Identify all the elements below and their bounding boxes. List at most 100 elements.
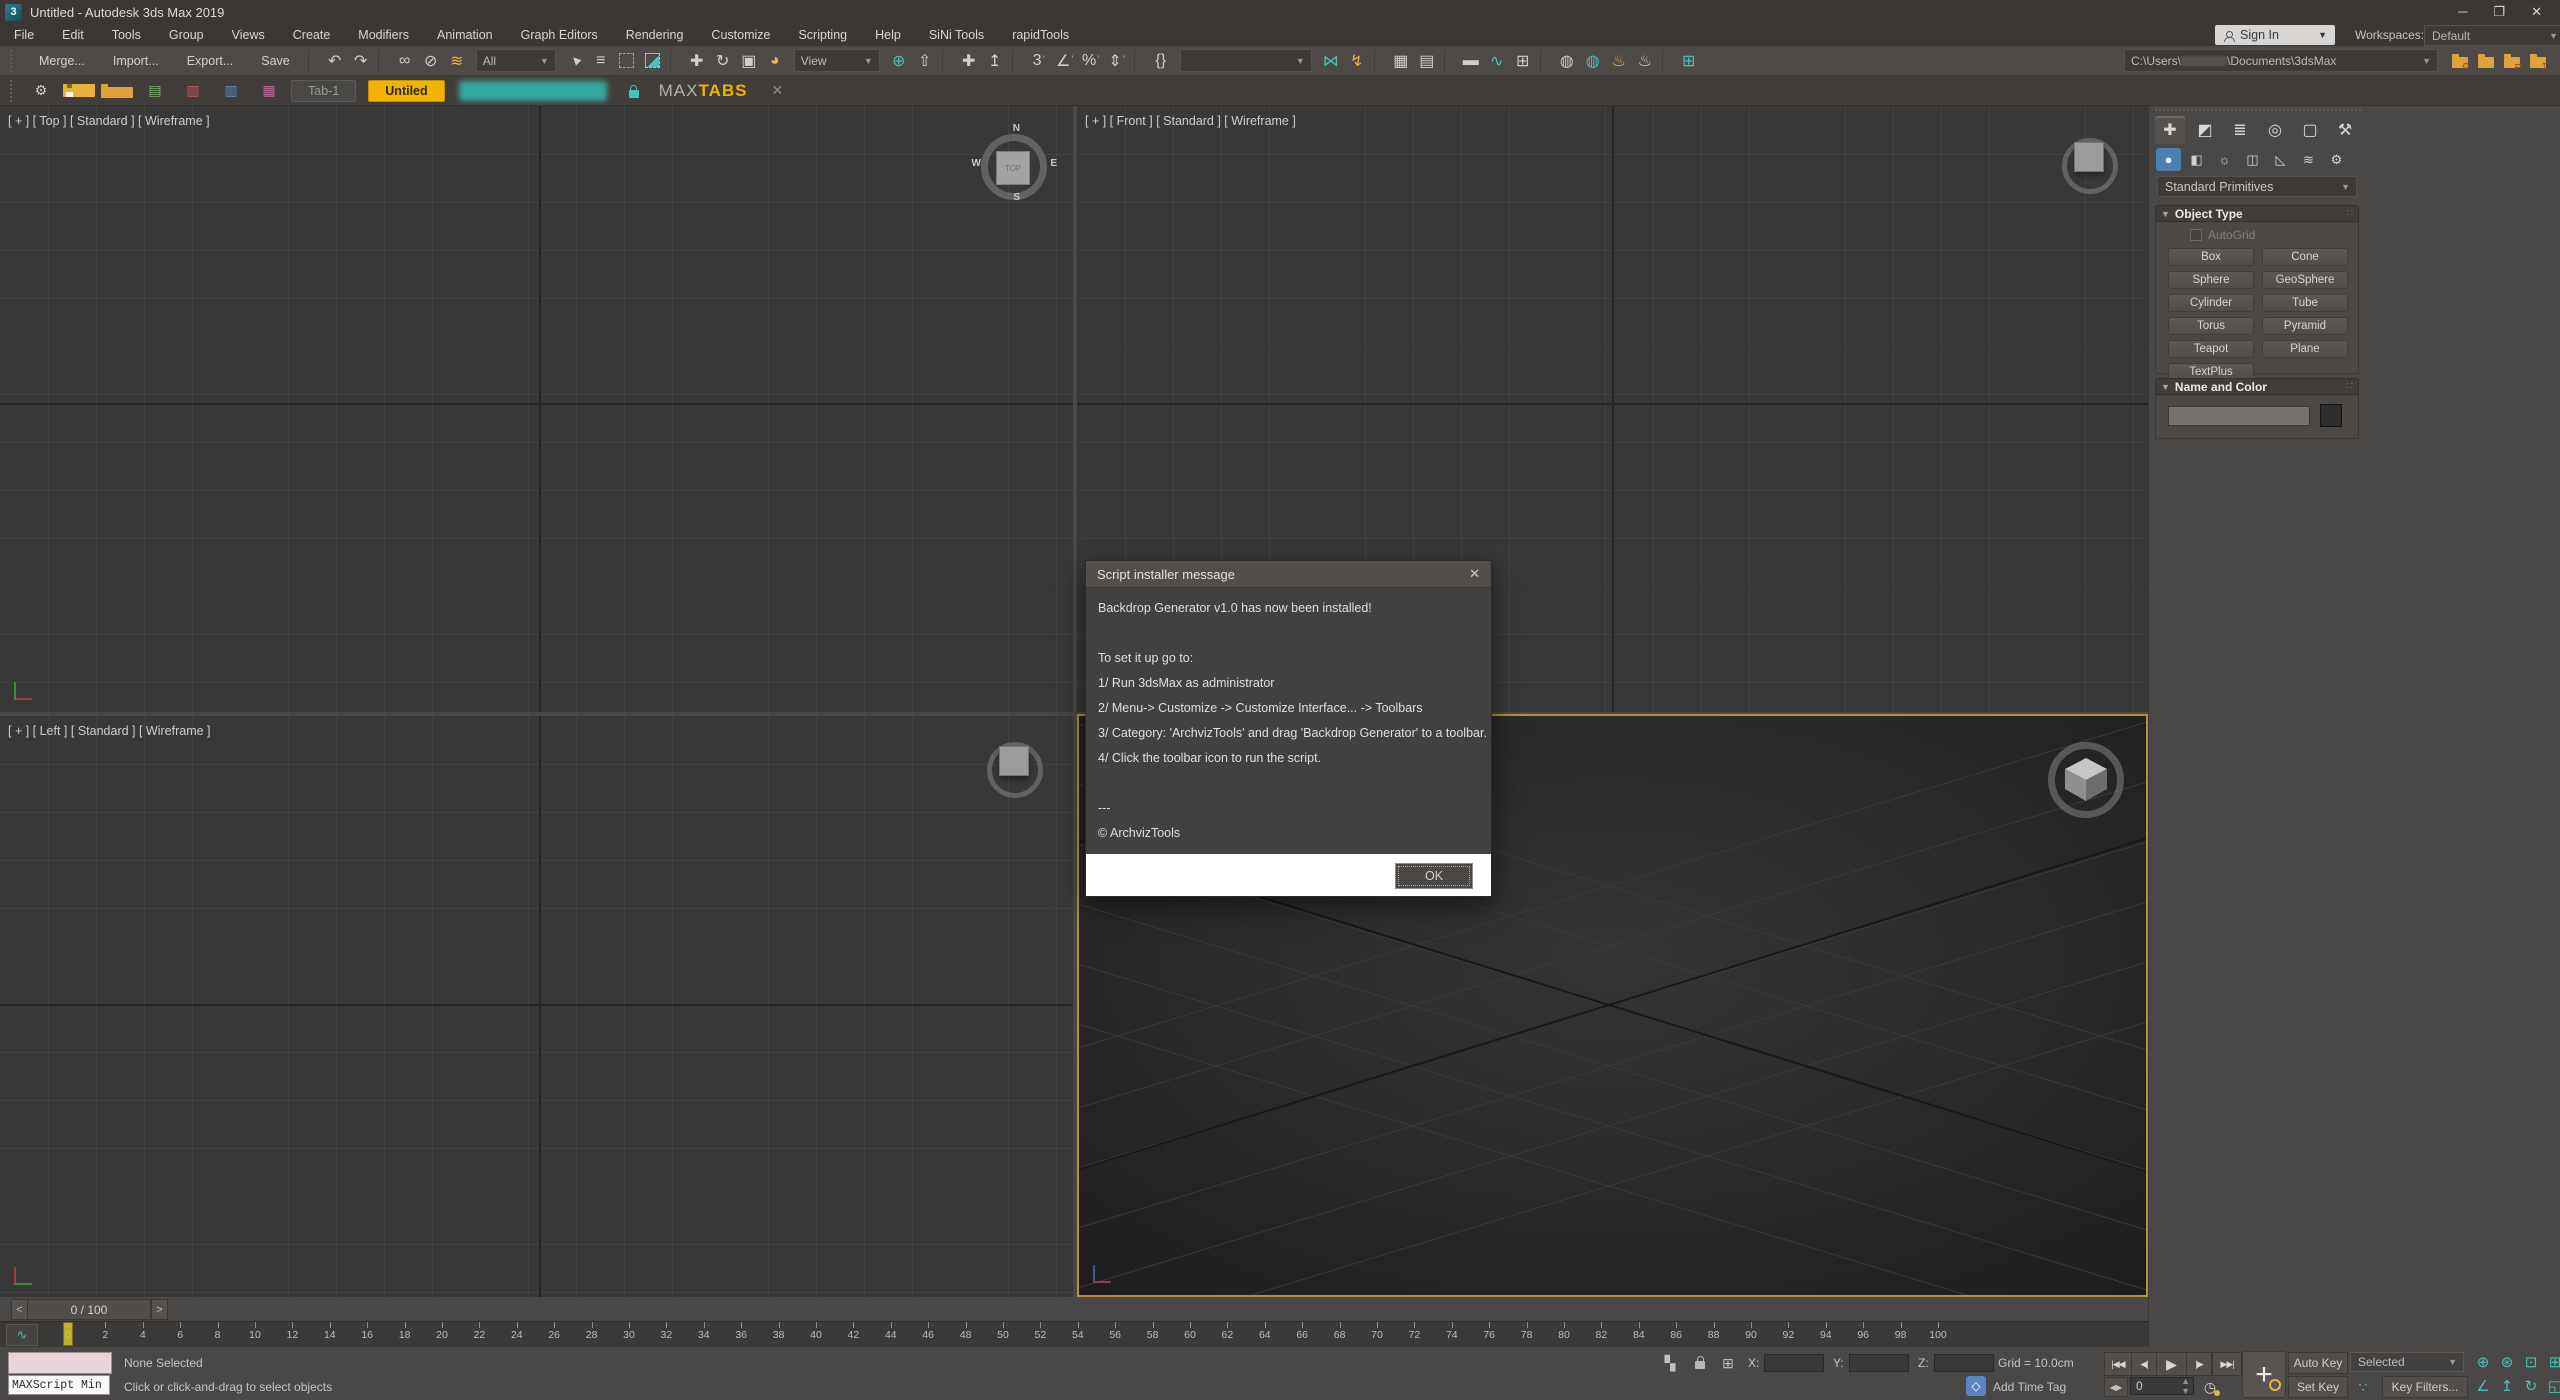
undo-icon[interactable]: ↶ (322, 49, 348, 73)
slate-material-editor-icon[interactable]: ◍ (1580, 49, 1606, 73)
tab-hierarchy-icon[interactable]: ≣ (2225, 116, 2255, 144)
time-configuration-icon[interactable]: ◷ (2200, 1377, 2220, 1397)
viewcube[interactable] (2063, 756, 2109, 802)
viewcube-north[interactable]: N (1013, 123, 1020, 134)
maxscript-mini-listener-input[interactable]: MAXScript Min (8, 1375, 110, 1395)
autogrid-checkbox-row[interactable]: AutoGrid (2190, 228, 2255, 242)
reference-coordinate-dropdown[interactable]: View ▼ (794, 49, 880, 72)
select-and-place-icon[interactable]: ◕ (762, 49, 788, 73)
panel-grip[interactable] (2155, 109, 2361, 111)
set-key-button[interactable]: Set Key (2288, 1376, 2348, 1398)
sign-in-button[interactable]: Sign In ▼ (2215, 25, 2335, 45)
project-folder-export-icon[interactable] (2530, 57, 2546, 68)
maximize-button[interactable]: ❐ (2493, 4, 2505, 20)
tab-1-button[interactable]: Tab-1 (291, 80, 356, 102)
tab-modify-icon[interactable]: ◩ (2190, 116, 2220, 144)
track-bar[interactable]: ∿ 02468101214161820222426283032343638404… (0, 1321, 2148, 1348)
sphere-button[interactable]: Sphere (2168, 271, 2254, 289)
tab-create-icon[interactable]: ✚ (2155, 116, 2185, 144)
rendered-frame-window-icon[interactable]: ♨ (1632, 49, 1658, 73)
untiled-tab-button[interactable]: Untiled (368, 80, 444, 102)
align-icon[interactable]: ↯ (1344, 49, 1370, 73)
go-to-start-button[interactable]: |◀◀ (2104, 1352, 2132, 1376)
object-type-rollout-header[interactable]: ▼ Object Type ∷ (2155, 205, 2359, 222)
menu-rapidtools[interactable]: rapidTools (998, 24, 1083, 46)
box-button[interactable]: Box (2168, 248, 2254, 266)
toolbar-grip[interactable] (10, 50, 17, 72)
material-editor-icon[interactable]: ◍ (1554, 49, 1580, 73)
menu-scripting[interactable]: Scripting (784, 24, 861, 46)
keyboard-shortcut-override-icon[interactable]: ↥ (982, 49, 1008, 73)
viewport-left-label[interactable]: [ + ] [ Left ] [ Standard ] [ Wireframe … (8, 724, 211, 738)
use-selection-center-icon[interactable]: ⇧ (912, 49, 938, 73)
dialog-title-bar[interactable]: Script installer message ✕ (1086, 561, 1491, 588)
viewport-top-label[interactable]: [ + ] [ Top ] [ Standard ] [ Wireframe ] (8, 114, 210, 128)
key-filters-paw-icon[interactable]: ∵ (2352, 1377, 2374, 1397)
isolate-selection-icon[interactable]: ▚ (1660, 1353, 1680, 1373)
mirror-icon[interactable]: ⋈ (1318, 49, 1344, 73)
field-of-view-icon[interactable]: ∠ (2472, 1376, 2494, 1396)
zoom-extents-all-icon[interactable]: ⊞ (2544, 1352, 2560, 1372)
viewcube[interactable]: TOP (996, 151, 1030, 185)
selection-lock-icon[interactable] (1690, 1355, 1710, 1375)
maxtabs-save-icon[interactable] (63, 84, 95, 97)
percent-snap-icon[interactable]: % (1078, 49, 1104, 73)
previous-frame-button[interactable]: ◀| (2131, 1352, 2157, 1376)
save-button[interactable]: Save (247, 49, 304, 73)
bind-to-space-warp-icon[interactable]: ≋ (444, 49, 470, 73)
tab-utilities-icon[interactable]: ⚒ (2330, 116, 2360, 144)
merge-button[interactable]: Merge... (25, 49, 99, 73)
object-category-dropdown[interactable]: Standard Primitives ▼ (2157, 176, 2357, 197)
spinner-arrows-icon[interactable]: ▲▼ (2181, 1376, 2193, 1396)
viewcube[interactable] (999, 746, 1029, 776)
toggle-ribbon-icon[interactable]: ▬ (1458, 49, 1484, 73)
select-and-manipulate-icon[interactable]: ✚ (956, 49, 982, 73)
zoom-all-icon[interactable]: ⊛ (2496, 1352, 2518, 1372)
cat-lights-icon[interactable]: ☼ (2212, 148, 2237, 171)
time-slider[interactable]: 0 / 100 (27, 1299, 151, 1320)
minimize-button[interactable]: ─ (2458, 4, 2467, 20)
time-slider-frame-marker[interactable] (63, 1322, 73, 1346)
teapot-button[interactable]: Teapot (2168, 340, 2254, 358)
toggle-scene-explorer-icon[interactable]: ▦ (1388, 49, 1414, 73)
zoom-extents-icon[interactable]: ⊡ (2520, 1352, 2542, 1372)
cat-geometry-icon[interactable]: ● (2156, 148, 2181, 171)
viewcube-west[interactable]: W (972, 158, 981, 169)
open-mini-curve-editor-button[interactable]: ∿ (6, 1324, 38, 1346)
maxscript-mini-listener[interactable] (8, 1352, 112, 1374)
add-time-tag-icon[interactable]: ◇ (1966, 1376, 1986, 1396)
cylinder-button[interactable]: Cylinder (2168, 294, 2254, 312)
object-name-field[interactable] (2168, 406, 2310, 426)
current-frame-spinner[interactable]: 0 ▲▼ (2130, 1377, 2194, 1395)
geosphere-button[interactable]: GeoSphere (2262, 271, 2348, 289)
menu-views[interactable]: Views (218, 24, 279, 46)
pan-view-icon[interactable]: ↥ (2496, 1376, 2518, 1396)
z-coord-field[interactable] (1934, 1354, 1994, 1372)
project-folder-settings-icon[interactable] (2452, 57, 2468, 68)
plane-button[interactable]: Plane (2262, 340, 2348, 358)
close-button[interactable]: ✕ (2531, 4, 2542, 20)
menu-file[interactable]: File (0, 24, 48, 46)
menu-tools[interactable]: Tools (98, 24, 155, 46)
cat-systems-icon[interactable]: ⚙ (2324, 148, 2349, 171)
menu-create[interactable]: Create (279, 24, 345, 46)
render-setup-icon[interactable]: ♨ (1606, 49, 1632, 73)
named-selection-sets-dropdown[interactable]: ▼ (1180, 49, 1312, 72)
spinner-snap-icon[interactable]: ⇕ (1104, 49, 1130, 73)
edit-named-selection-sets-icon[interactable]: {} (1148, 49, 1174, 73)
project-path-dropdown[interactable]: C:\Users\ \Documents\3dsMax ▼ (2124, 49, 2438, 72)
torus-button[interactable]: Torus (2168, 317, 2254, 335)
snaps-toggle-3d-icon[interactable]: 3 (1026, 49, 1052, 73)
go-to-end-button[interactable]: ▶▶| (2212, 1352, 2242, 1376)
viewport-front-label[interactable]: [ + ] [ Front ] [ Standard ] [ Wireframe… (1085, 114, 1296, 128)
absolute-mode-transform-icon[interactable]: ⊞ (1718, 1353, 1738, 1373)
rectangular-selection-region-icon[interactable] (614, 49, 640, 73)
menu-animation[interactable]: Animation (423, 24, 507, 46)
cat-spacewarps-icon[interactable]: ≋ (2296, 148, 2321, 171)
next-frame-arrow[interactable]: > (151, 1299, 168, 1320)
play-button[interactable]: ▶ (2156, 1352, 2187, 1376)
selection-set-dropdown[interactable]: Selected ▼ (2350, 1352, 2464, 1372)
cone-button[interactable]: Cone (2262, 248, 2348, 266)
key-mode-toggle[interactable]: ◀▶ (2104, 1377, 2128, 1397)
toggle-layer-explorer-icon[interactable]: ▤ (1414, 49, 1440, 73)
